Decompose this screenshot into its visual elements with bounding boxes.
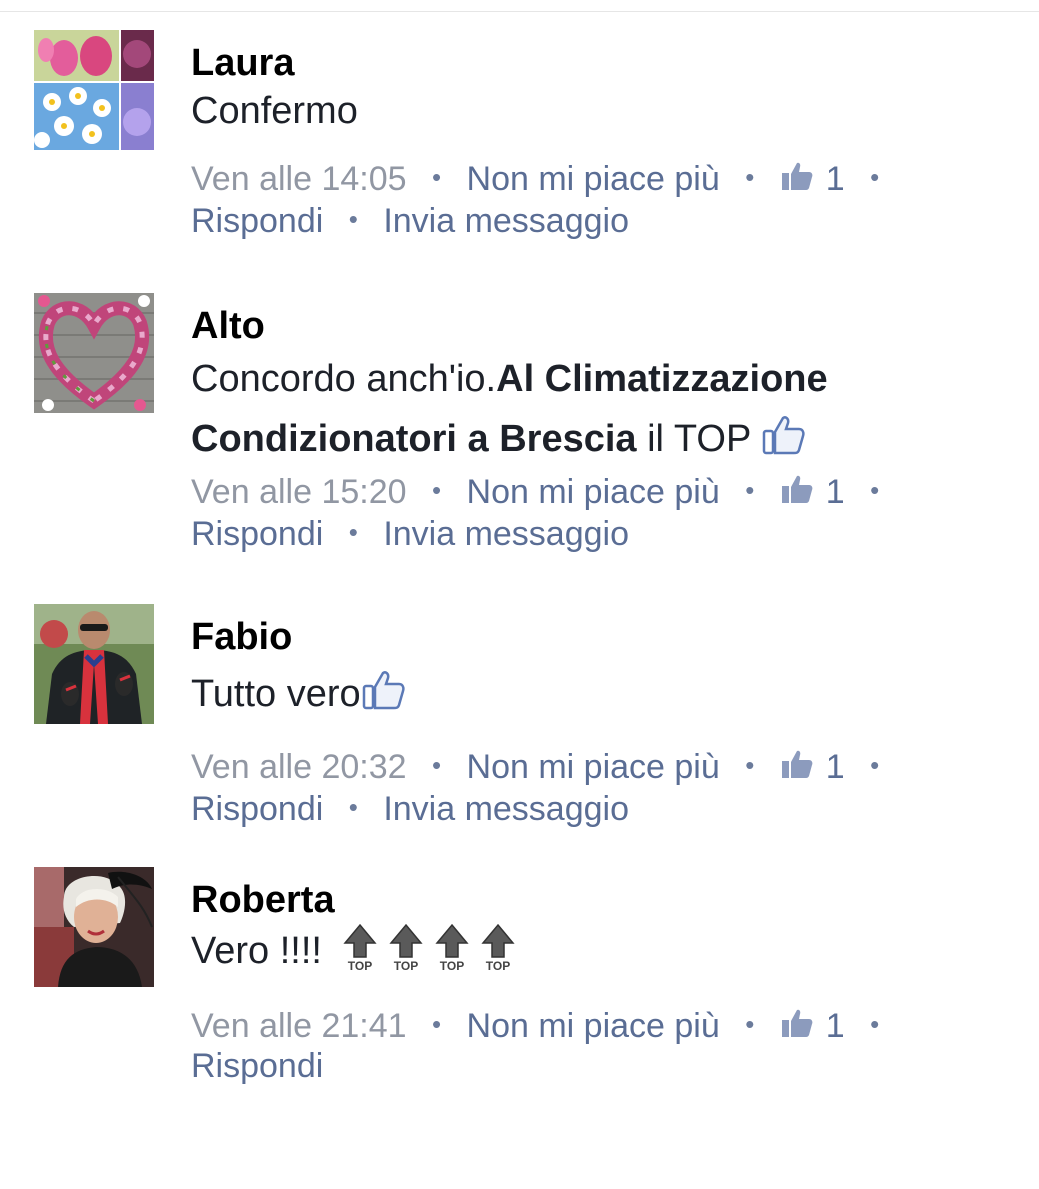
like-count[interactable]: 1: [826, 473, 845, 511]
thumbs-up-icon[interactable]: [780, 1006, 814, 1040]
like-count[interactable]: 1: [826, 1007, 845, 1045]
thumbs-up-emoji-icon: [762, 416, 805, 455]
top-divider: [0, 11, 1039, 12]
top-label: TOP: [439, 959, 463, 973]
comment-text-plain: Tutto vero: [191, 673, 361, 715]
flowers-collage-avatar: [34, 30, 154, 150]
separator: •: [431, 750, 442, 780]
separator: •: [745, 1009, 755, 1039]
reply-button[interactable]: Rispondi: [191, 1047, 323, 1085]
thumbs-up-icon[interactable]: [780, 472, 814, 506]
top-arrow-emoji-icon: TOP: [342, 923, 377, 973]
top-label: TOP: [347, 959, 371, 973]
unlike-button[interactable]: Non mi piace più: [467, 748, 720, 786]
separator: •: [745, 475, 755, 505]
top-arrow-emoji-icon: TOP: [388, 923, 423, 973]
comment-text: Confermo: [191, 90, 358, 132]
like-count[interactable]: 1: [826, 748, 845, 786]
comment-text-tail: il TOP: [636, 418, 751, 460]
timestamp[interactable]: Ven alle 21:41: [191, 1007, 407, 1045]
separator: •: [745, 162, 755, 192]
timestamp[interactable]: Ven alle 20:32: [191, 748, 407, 786]
reply-button[interactable]: Rispondi: [191, 202, 323, 240]
author-name[interactable]: Laura: [191, 40, 1011, 86]
like-count[interactable]: 1: [826, 160, 845, 198]
separator: •: [745, 750, 755, 780]
separator: •: [431, 475, 442, 505]
avatar[interactable]: [34, 604, 154, 724]
separator: •: [870, 1009, 880, 1039]
separator: •: [870, 475, 880, 505]
top-label: TOP: [393, 959, 417, 973]
top-arrow-emoji-icon: TOP: [434, 923, 469, 973]
top-arrow-emoji-icon: TOP: [480, 923, 515, 973]
timestamp[interactable]: Ven alle 15:20: [191, 473, 407, 511]
author-name[interactable]: Fabio: [191, 614, 1011, 660]
send-message-button[interactable]: Invia messaggio: [383, 202, 629, 240]
reply-button[interactable]: Rispondi: [191, 790, 323, 828]
separator: •: [348, 792, 358, 822]
unlike-button[interactable]: Non mi piace più: [467, 1007, 720, 1045]
avatar[interactable]: [34, 293, 154, 413]
unlike-button[interactable]: Non mi piace più: [467, 473, 720, 511]
send-message-button[interactable]: Invia messaggio: [383, 515, 629, 553]
separator: •: [348, 517, 358, 547]
tulip-heart-avatar: [34, 293, 154, 413]
separator: •: [870, 750, 880, 780]
author-name[interactable]: Roberta: [191, 877, 1011, 923]
avatar[interactable]: [34, 867, 154, 987]
unlike-button[interactable]: Non mi piace più: [467, 160, 720, 198]
separator: •: [870, 162, 880, 192]
reply-button[interactable]: Rispondi: [191, 515, 323, 553]
separator: •: [348, 204, 358, 234]
top-label: TOP: [485, 959, 509, 973]
separator: •: [431, 162, 442, 192]
thumbs-up-icon[interactable]: [780, 159, 814, 193]
thumbs-up-icon[interactable]: [780, 747, 814, 781]
timestamp[interactable]: Ven alle 14:05: [191, 160, 407, 198]
comment-text: Tutto vero: [191, 666, 1011, 722]
comment-text-plain: Concordo anch'io.: [191, 358, 497, 400]
comment-text: Vero !!!! TOP TOP TOP TOP: [191, 923, 1011, 979]
send-message-button[interactable]: Invia messaggio: [383, 790, 629, 828]
thumbs-up-emoji-icon: [362, 671, 405, 710]
woman-with-hat-avatar: [34, 867, 154, 987]
author-name[interactable]: Alto: [191, 303, 1011, 349]
comment-text: Concordo anch'io.Al Climatizzazione Cond…: [191, 349, 1011, 469]
man-with-scarf-avatar: [34, 604, 154, 724]
comment-text-plain: Vero !!!!: [191, 930, 322, 972]
avatar[interactable]: [34, 30, 154, 150]
separator: •: [431, 1009, 442, 1039]
